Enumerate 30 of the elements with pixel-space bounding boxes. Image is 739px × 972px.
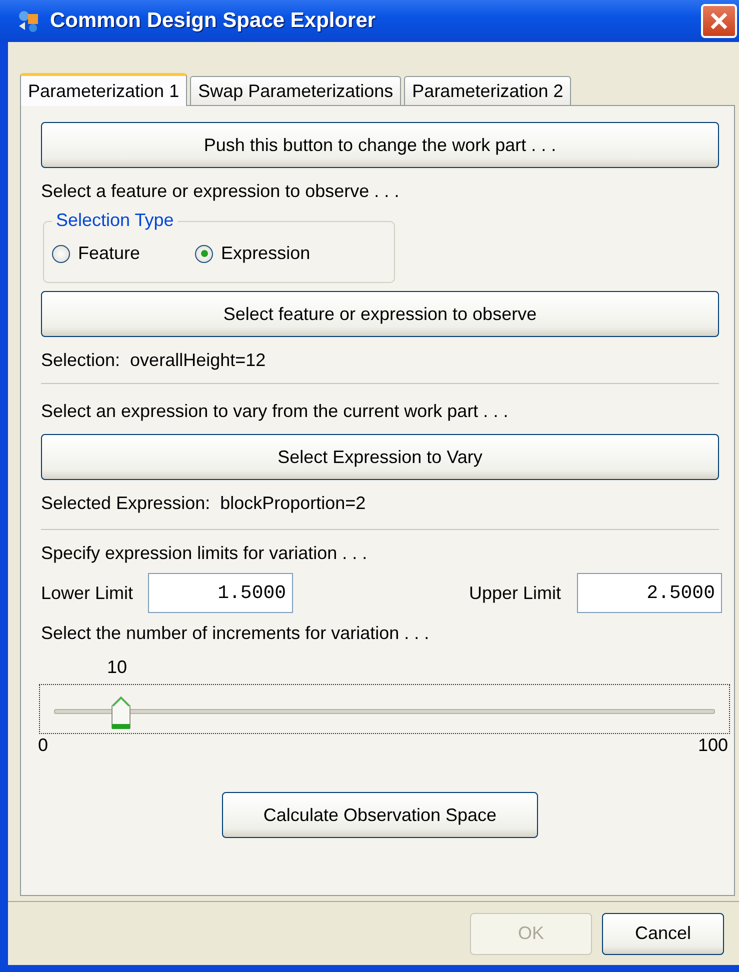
calculate-button[interactable]: Calculate Observation Space	[222, 792, 538, 838]
slider-value: 10	[106, 656, 128, 678]
upper-limit-field[interactable]: 2.5000	[577, 573, 722, 613]
close-icon	[708, 10, 730, 32]
scale-label: 0	[38, 734, 48, 756]
field-label: Lower Limit	[41, 582, 134, 604]
dialog-button[interactable]: Cancel	[602, 912, 724, 954]
select-expression-button[interactable]: Select Expression to Vary	[41, 434, 719, 480]
tab[interactable]: Swap Parameterizations	[190, 76, 402, 105]
select-observe-button[interactable]: Select feature or expression to observe	[41, 291, 719, 337]
change-work-part-button[interactable]: Push this button to change the work part . . .	[41, 122, 719, 168]
group-label: Selection Type	[52, 210, 178, 231]
window-title: Common Design Space Explorer	[50, 9, 376, 33]
radio-button[interactable]	[195, 244, 214, 262]
radio-label: Expression	[221, 243, 310, 264]
instruction-text: Select the number of increments for variation . . .	[41, 622, 430, 644]
field-label: Upper Limit	[468, 582, 561, 604]
close-button[interactable]	[701, 4, 737, 38]
instruction-text: Select an expression to vary from the current work part . . .	[41, 400, 510, 422]
tab[interactable]: Parameterization 1	[20, 73, 188, 106]
radio-button[interactable]	[52, 244, 70, 262]
selection-text: Selection: overallHeight=12	[41, 349, 267, 371]
tab[interactable]: Parameterization 2	[404, 76, 572, 105]
lower-limit-field[interactable]: 1.5000	[148, 573, 294, 613]
slider-thumb[interactable]	[110, 696, 131, 730]
scale-label: 100	[698, 734, 728, 756]
radio-label: Feature	[78, 243, 140, 264]
selected-expression-text: Selected Expression: blockProportion=2	[41, 492, 367, 514]
instruction-text: Select a feature or expression to observe . . .	[41, 180, 400, 202]
instruction-text: Specify expression limits for variation . . .	[41, 542, 368, 564]
